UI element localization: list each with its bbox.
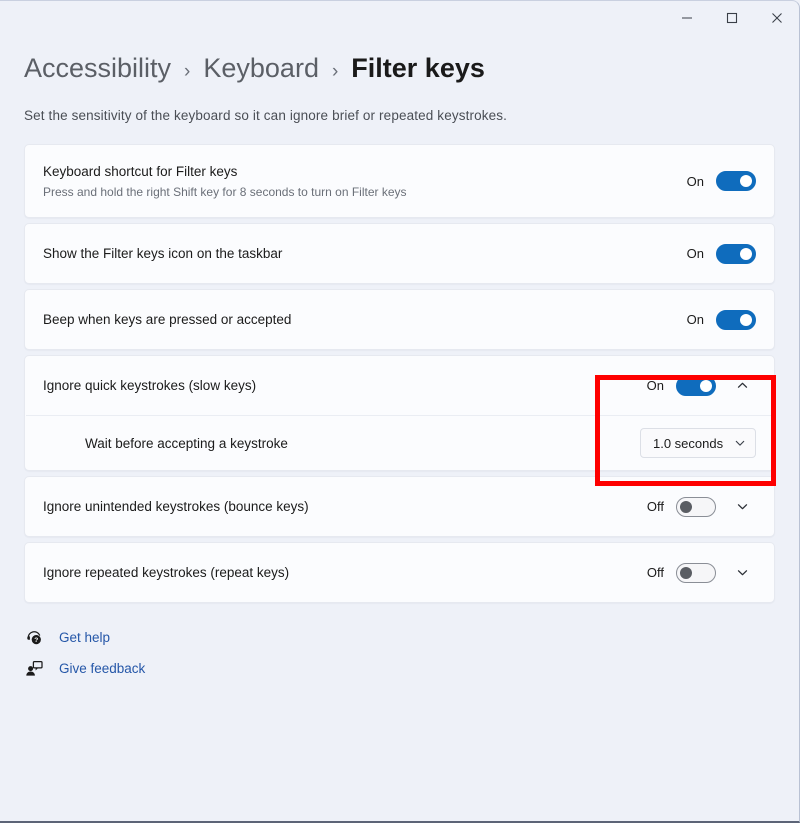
breadcrumb: Accessibility › Keyboard › Filter keys bbox=[24, 51, 775, 89]
dropdown-value: 1.0 seconds bbox=[653, 435, 724, 451]
toggle-knob bbox=[700, 379, 712, 392]
setting-card-taskbar-icon: Show the Filter keys icon on the taskbar… bbox=[24, 223, 775, 284]
close-button[interactable] bbox=[754, 1, 799, 35]
toggle-state-label: Off bbox=[646, 565, 664, 580]
toggle-knob bbox=[680, 566, 692, 579]
setting-card-keyboard-shortcut: Keyboard shortcut for Filter keys Press … bbox=[24, 144, 775, 218]
settings-window: Accessibility › Keyboard › Filter keys S… bbox=[0, 0, 800, 823]
chevron-down-icon bbox=[737, 504, 747, 510]
setting-row[interactable]: Keyboard shortcut for Filter keys Press … bbox=[25, 145, 774, 217]
setting-control: On bbox=[682, 309, 756, 330]
toggle-knob bbox=[740, 175, 752, 187]
chevron-down-icon bbox=[737, 570, 747, 576]
setting-control: 1.0 seconds bbox=[640, 428, 756, 458]
toggle-switch[interactable] bbox=[676, 375, 716, 396]
page-header: Accessibility › Keyboard › Filter keys S… bbox=[0, 35, 799, 123]
setting-control: Off bbox=[642, 559, 756, 587]
setting-text: Beep when keys are pressed or accepted bbox=[43, 310, 682, 329]
toggle-knob bbox=[740, 313, 752, 326]
setting-title: Ignore unintended keystrokes (bounce key… bbox=[43, 499, 309, 514]
setting-control: Off bbox=[642, 493, 756, 521]
give-feedback-label: Give feedback bbox=[59, 660, 146, 676]
setting-row[interactable]: Ignore unintended keystrokes (bounce key… bbox=[25, 477, 774, 536]
give-feedback-icon bbox=[24, 658, 44, 678]
setting-card-slow-keys: Ignore quick keystrokes (slow keys) On W… bbox=[24, 355, 775, 471]
setting-title: Wait before accepting a keystroke bbox=[85, 435, 288, 451]
toggle-knob bbox=[740, 247, 752, 260]
setting-row[interactable]: Ignore quick keystrokes (slow keys) On bbox=[25, 356, 774, 415]
setting-row[interactable]: Beep when keys are pressed or accepted O… bbox=[25, 290, 774, 349]
page-title: Filter keys bbox=[351, 53, 485, 83]
setting-subrow-wait-time: Wait before accepting a keystroke 1.0 se… bbox=[25, 416, 774, 470]
page-subtitle: Set the sensitivity of the keyboard so i… bbox=[24, 108, 508, 123]
chevron-down-icon bbox=[735, 440, 745, 446]
toggle-switch[interactable] bbox=[676, 562, 716, 583]
setting-control: On bbox=[642, 372, 756, 400]
setting-text: Ignore repeated keystrokes (repeat keys) bbox=[43, 563, 642, 582]
setting-card-bounce-keys: Ignore unintended keystrokes (bounce key… bbox=[24, 476, 775, 537]
title-bar bbox=[0, 1, 799, 35]
setting-text: Ignore quick keystrokes (slow keys) bbox=[43, 376, 642, 395]
svg-text:?: ? bbox=[34, 637, 38, 644]
settings-list: Keyboard shortcut for Filter keys Press … bbox=[24, 144, 775, 603]
setting-card-repeat-keys: Ignore repeated keystrokes (repeat keys)… bbox=[24, 542, 775, 603]
setting-title: Ignore repeated keystrokes (repeat keys) bbox=[43, 565, 290, 580]
get-help-label: Get help bbox=[59, 629, 111, 645]
toggle-switch[interactable] bbox=[716, 243, 756, 264]
toggle-switch[interactable] bbox=[716, 171, 756, 191]
setting-control: On bbox=[682, 243, 756, 264]
breadcrumb-separator: › bbox=[331, 61, 339, 82]
breadcrumb-item-keyboard[interactable]: Keyboard bbox=[203, 51, 319, 85]
setting-title: Show the Filter keys icon on the taskbar bbox=[43, 246, 283, 261]
setting-control: On bbox=[682, 171, 756, 191]
setting-title: Beep when keys are pressed or accepted bbox=[43, 312, 292, 327]
chevron-up-icon bbox=[737, 382, 747, 388]
setting-text: Show the Filter keys icon on the taskbar bbox=[43, 244, 682, 263]
maximize-icon bbox=[726, 12, 737, 24]
breadcrumb-item-accessibility[interactable]: Accessibility bbox=[24, 51, 171, 85]
collapse-button[interactable] bbox=[728, 372, 756, 400]
toggle-state-label: On bbox=[686, 312, 704, 327]
setting-title: Keyboard shortcut for Filter keys bbox=[43, 163, 238, 179]
toggle-knob bbox=[680, 500, 692, 513]
setting-text: Wait before accepting a keystroke bbox=[85, 434, 640, 453]
wait-time-dropdown[interactable]: 1.0 seconds bbox=[640, 428, 756, 458]
give-feedback-link[interactable]: Give feedback bbox=[24, 658, 145, 678]
toggle-state-label: On bbox=[686, 246, 704, 261]
setting-text: Ignore unintended keystrokes (bounce key… bbox=[43, 497, 642, 516]
toggle-state-label: On bbox=[646, 378, 664, 393]
toggle-switch[interactable] bbox=[676, 496, 716, 517]
setting-text: Keyboard shortcut for Filter keys Press … bbox=[43, 162, 682, 201]
setting-card-beep: Beep when keys are pressed or accepted O… bbox=[24, 289, 775, 350]
setting-row[interactable]: Ignore repeated keystrokes (repeat keys)… bbox=[25, 543, 774, 602]
breadcrumb-separator: › bbox=[184, 61, 191, 82]
minimize-icon bbox=[681, 17, 692, 19]
minimize-button[interactable] bbox=[664, 1, 709, 35]
toggle-switch[interactable] bbox=[716, 309, 756, 330]
get-help-link[interactable]: ? Get help bbox=[24, 627, 110, 647]
get-help-icon: ? bbox=[24, 627, 44, 647]
maximize-button[interactable] bbox=[709, 1, 754, 35]
close-icon bbox=[771, 13, 782, 23]
footer-links: ? Get help Give feedback bbox=[24, 627, 775, 678]
expand-button[interactable] bbox=[728, 493, 756, 521]
toggle-state-label: On bbox=[686, 173, 704, 189]
toggle-state-label: Off bbox=[646, 499, 664, 514]
setting-title: Ignore quick keystrokes (slow keys) bbox=[43, 378, 257, 393]
expand-button[interactable] bbox=[728, 559, 756, 587]
setting-description: Press and hold the right Shift key for 8… bbox=[43, 184, 407, 199]
setting-row[interactable]: Show the Filter keys icon on the taskbar… bbox=[25, 224, 774, 283]
